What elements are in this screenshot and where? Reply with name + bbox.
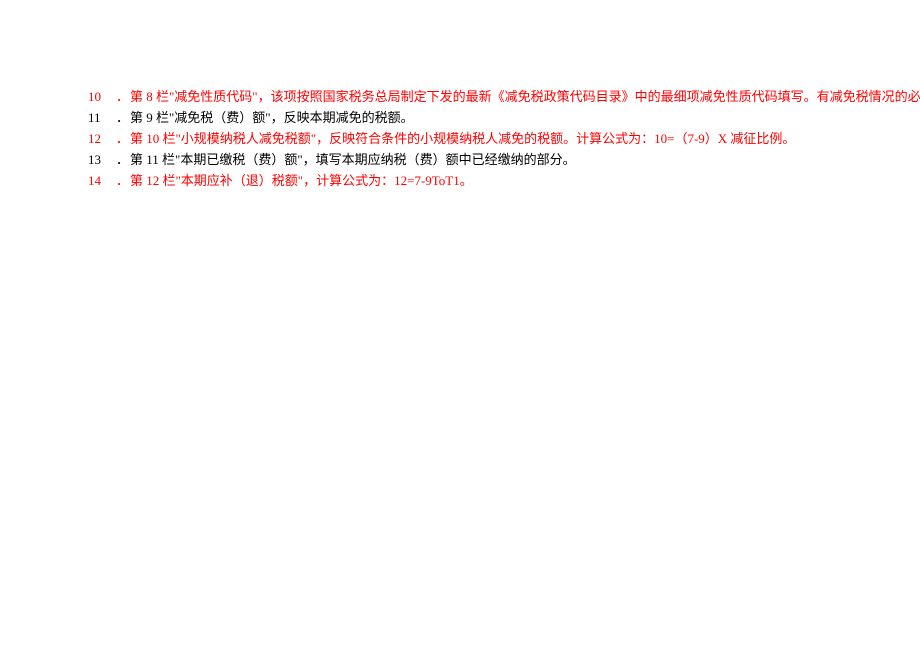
item-text: 第 10 栏"小规模纳税人减免税额"，反映符合条件的小规模纳税人减免的税额。计算…	[130, 131, 795, 146]
item-text: 第 11 栏"本期已缴税（费）额"，填写本期应纳税（费）额中已经缴纳的部分。	[130, 152, 576, 167]
item-dot: ．	[116, 149, 130, 170]
item-text: 第 12 栏"本期应补（退）税额"，计算公式为：12=7-9ToT1。	[130, 173, 473, 188]
item-text: 第 9 栏"减免税（费）额"，反映本期减免的税额。	[130, 110, 414, 125]
list-item: 12．第 10 栏"小规模纳税人减免税额"，反映符合条件的小规模纳税人减免的税额…	[88, 128, 920, 149]
item-number: 12	[88, 128, 116, 149]
list-item: 10．第 8 栏"减免性质代码"，该项按照国家税务总局制定下发的最新《减免税政策…	[88, 86, 920, 107]
list-item: 14．第 12 栏"本期应补（退）税额"，计算公式为：12=7-9ToT1。	[88, 170, 920, 191]
item-number: 14	[88, 170, 116, 191]
item-number: 10	[88, 86, 116, 107]
item-dot: ．	[116, 86, 130, 107]
item-dot: ．	[116, 128, 130, 149]
item-number: 11	[88, 107, 116, 128]
list-item: 11．第 9 栏"减免税（费）额"，反映本期减免的税额。	[88, 107, 920, 128]
item-text: 第 8 栏"减免性质代码"，该项按照国家税务总局制定下发的最新《减免税政策代码目…	[130, 89, 920, 104]
item-dot: ．	[116, 107, 130, 128]
document-body: 10．第 8 栏"减免性质代码"，该项按照国家税务总局制定下发的最新《减免税政策…	[0, 0, 920, 191]
item-dot: ．	[116, 170, 130, 191]
item-number: 13	[88, 149, 116, 170]
list-item: 13．第 11 栏"本期已缴税（费）额"，填写本期应纳税（费）额中已经缴纳的部分…	[88, 149, 920, 170]
